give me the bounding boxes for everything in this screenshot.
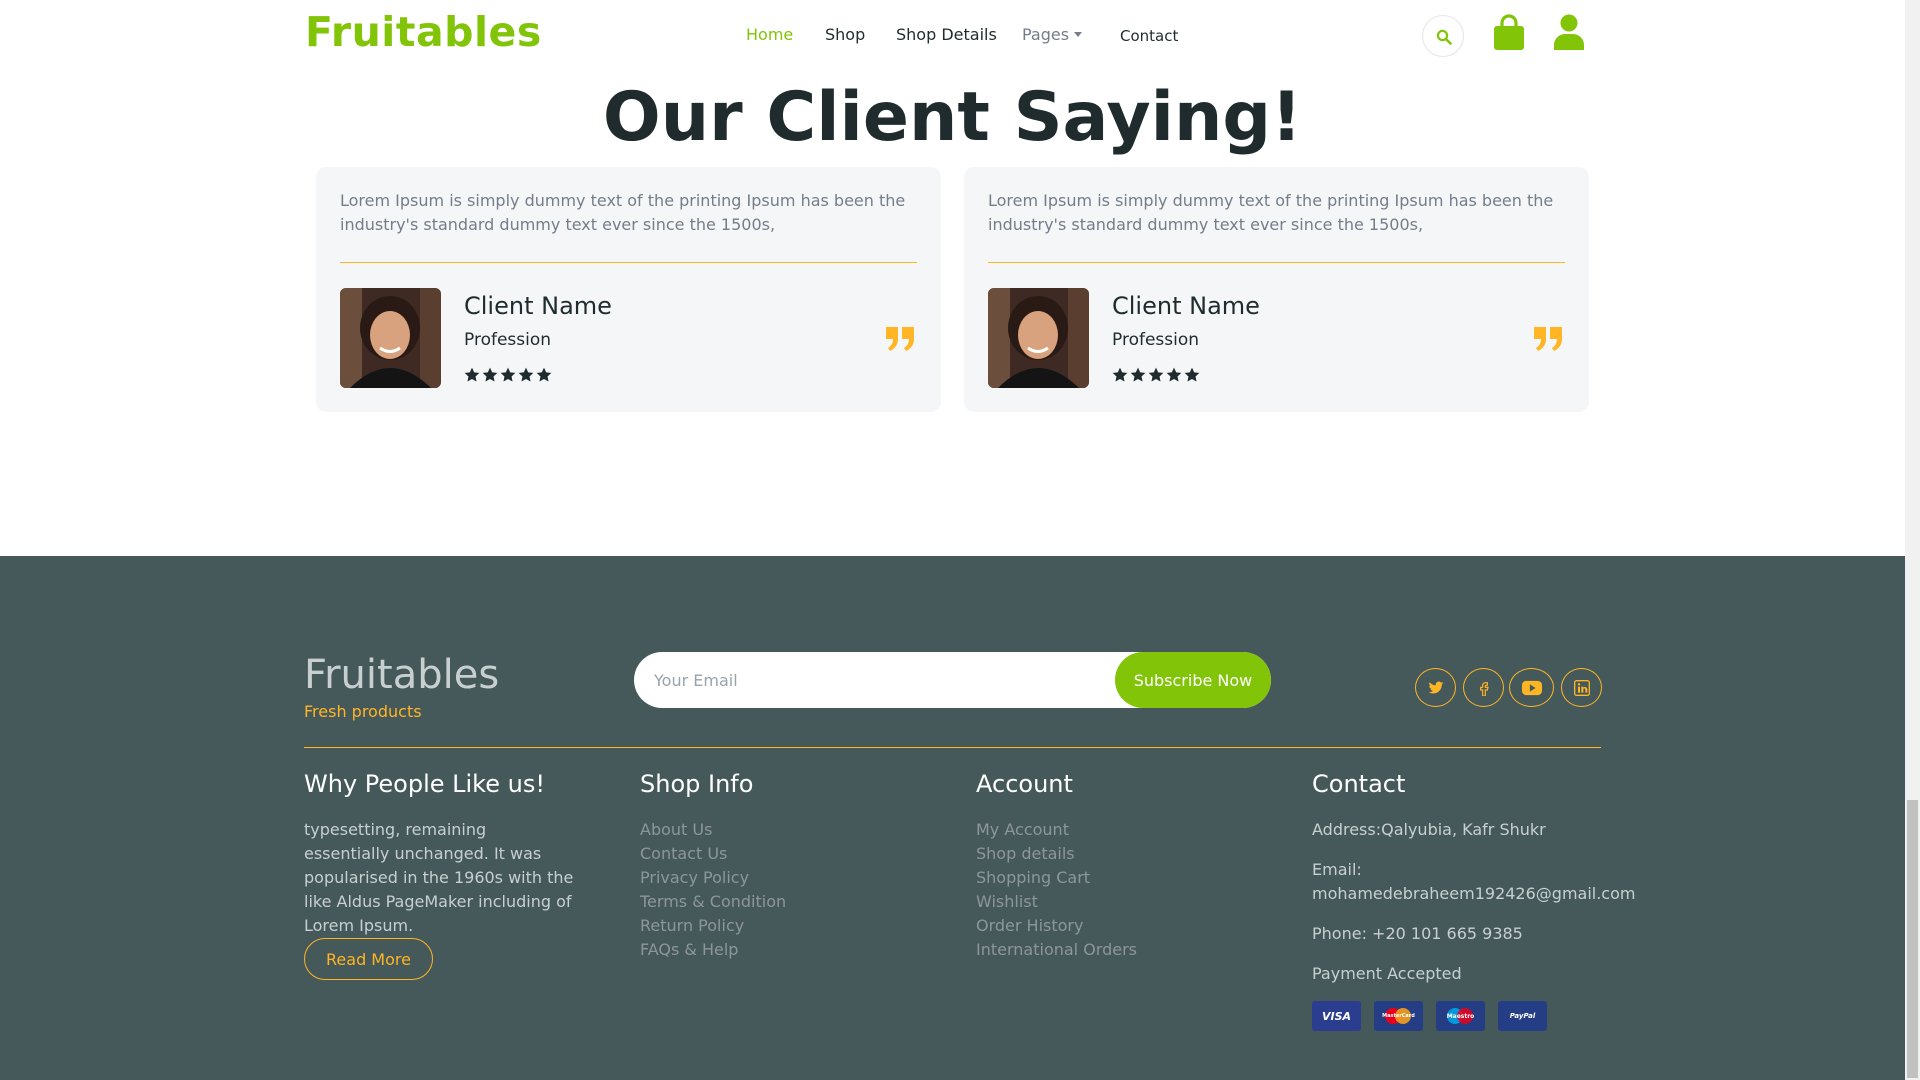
star-icon (1130, 367, 1146, 382)
why-title: Why People Like us! (304, 770, 545, 798)
link-my-account[interactable]: My Account (976, 818, 1137, 842)
star-icon (1184, 367, 1200, 382)
avatar (988, 288, 1089, 388)
link-order-history[interactable]: Order History (976, 914, 1137, 938)
account-title: Account (976, 770, 1073, 798)
search-icon (1436, 29, 1452, 45)
star-icon (500, 367, 516, 382)
twitter-icon (1428, 681, 1444, 694)
link-shopping-cart[interactable]: Shopping Cart (976, 866, 1137, 890)
nav-pages-dropdown[interactable]: Pages (1022, 25, 1083, 44)
section-title: Our Client Saying! (602, 78, 1303, 157)
contact-phone: Phone: +20 101 665 9385 (1312, 924, 1523, 943)
twitter-link[interactable] (1415, 668, 1456, 707)
testimonial-text: Lorem Ipsum is simply dummy text of the … (988, 191, 1554, 234)
star-icon (1112, 367, 1128, 382)
nav-contact[interactable]: Contact (1120, 27, 1178, 45)
account-links: My Account Shop details Shopping Cart Wi… (976, 818, 1137, 962)
contact-email-label: Email: (1312, 860, 1362, 879)
scrollbar-thumb[interactable] (1907, 800, 1918, 1078)
why-text: typesetting, remaining essentially uncha… (304, 820, 574, 935)
footer-divider (304, 747, 1601, 748)
nav-home[interactable]: Home (746, 25, 793, 44)
youtube-link[interactable] (1509, 668, 1554, 707)
quote-icon (1534, 327, 1562, 351)
nav-shop-details[interactable]: Shop Details (896, 25, 997, 44)
payment-accepted-label: Payment Accepted (1312, 964, 1462, 983)
youtube-icon (1522, 680, 1542, 696)
testimonial-card: Lorem Ipsum is simply dummy text of the … (964, 167, 1589, 412)
payment-methods: VISA MasterCard Maestro PayPal (1312, 1001, 1547, 1031)
testimonial-card: Lorem Ipsum is simply dummy text of the … (316, 167, 941, 412)
quote-icon (886, 327, 914, 351)
search-button[interactable] (1422, 15, 1464, 57)
star-rating (1112, 367, 1200, 383)
link-international-orders[interactable]: International Orders (976, 938, 1137, 962)
footer-tagline: Fresh products (304, 702, 422, 721)
facebook-icon (1480, 682, 1489, 696)
visa-card-icon: VISA (1312, 1001, 1361, 1031)
linkedin-link[interactable] (1561, 668, 1602, 707)
link-wishlist[interactable]: Wishlist (976, 890, 1137, 914)
star-icon (1166, 367, 1182, 382)
subscribe-button[interactable]: Subscribe Now (1115, 652, 1271, 708)
user-icon[interactable] (1554, 14, 1584, 50)
read-more-button[interactable]: Read More (304, 938, 433, 980)
link-terms-condition[interactable]: Terms & Condition (640, 890, 786, 914)
shop-info-title: Shop Info (640, 770, 754, 798)
client-profession: Profession (1112, 330, 1200, 350)
shop-info-links: About Us Contact Us Privacy Policy Terms… (640, 818, 786, 962)
facebook-link[interactable] (1463, 668, 1504, 707)
link-privacy-policy[interactable]: Privacy Policy (640, 866, 786, 890)
footer-brand[interactable]: Fruitables (304, 652, 499, 698)
client-name: Client Name (1112, 292, 1260, 320)
link-contact-us[interactable]: Contact Us (640, 842, 786, 866)
brand-logo[interactable]: Fruitables (305, 8, 542, 56)
star-icon (1148, 367, 1164, 382)
page-scrollbar[interactable] (1905, 0, 1920, 1080)
linkedin-icon (1574, 680, 1590, 696)
footer: Fruitables Fresh products Subscribe Now … (0, 556, 1905, 1080)
navbar: Fruitables Home Shop Shop Details Pages … (0, 0, 1905, 70)
client-name: Client Name (464, 292, 612, 320)
mastercard-icon: MasterCard (1374, 1001, 1423, 1031)
testimonial-text: Lorem Ipsum is simply dummy text of the … (340, 191, 906, 234)
link-return-policy[interactable]: Return Policy (640, 914, 786, 938)
shopping-bag-icon[interactable] (1494, 14, 1524, 50)
contact-title: Contact (1312, 770, 1406, 798)
caret-down-icon (1074, 32, 1083, 37)
divider (988, 262, 1565, 263)
avatar (340, 288, 441, 388)
link-faqs-help[interactable]: FAQs & Help (640, 938, 786, 962)
nav-pages-label: Pages (1022, 25, 1070, 44)
link-about-us[interactable]: About Us (640, 818, 786, 842)
maestro-card-icon: Maestro (1436, 1001, 1485, 1031)
star-icon (518, 367, 534, 382)
email-input[interactable] (654, 662, 1054, 698)
star-icon (536, 367, 552, 382)
contact-email: mohamedebraheem192426@gmail.com (1312, 884, 1636, 903)
star-rating (464, 367, 552, 383)
divider (340, 262, 917, 263)
star-icon (464, 367, 480, 382)
contact-address: Address:Qalyubia, Kafr Shukr (1312, 820, 1546, 839)
client-profession: Profession (464, 330, 552, 350)
paypal-card-icon: PayPal (1498, 1001, 1547, 1031)
nav-shop[interactable]: Shop (825, 25, 865, 44)
star-icon (482, 367, 498, 382)
link-shop-details[interactable]: Shop details (976, 842, 1137, 866)
